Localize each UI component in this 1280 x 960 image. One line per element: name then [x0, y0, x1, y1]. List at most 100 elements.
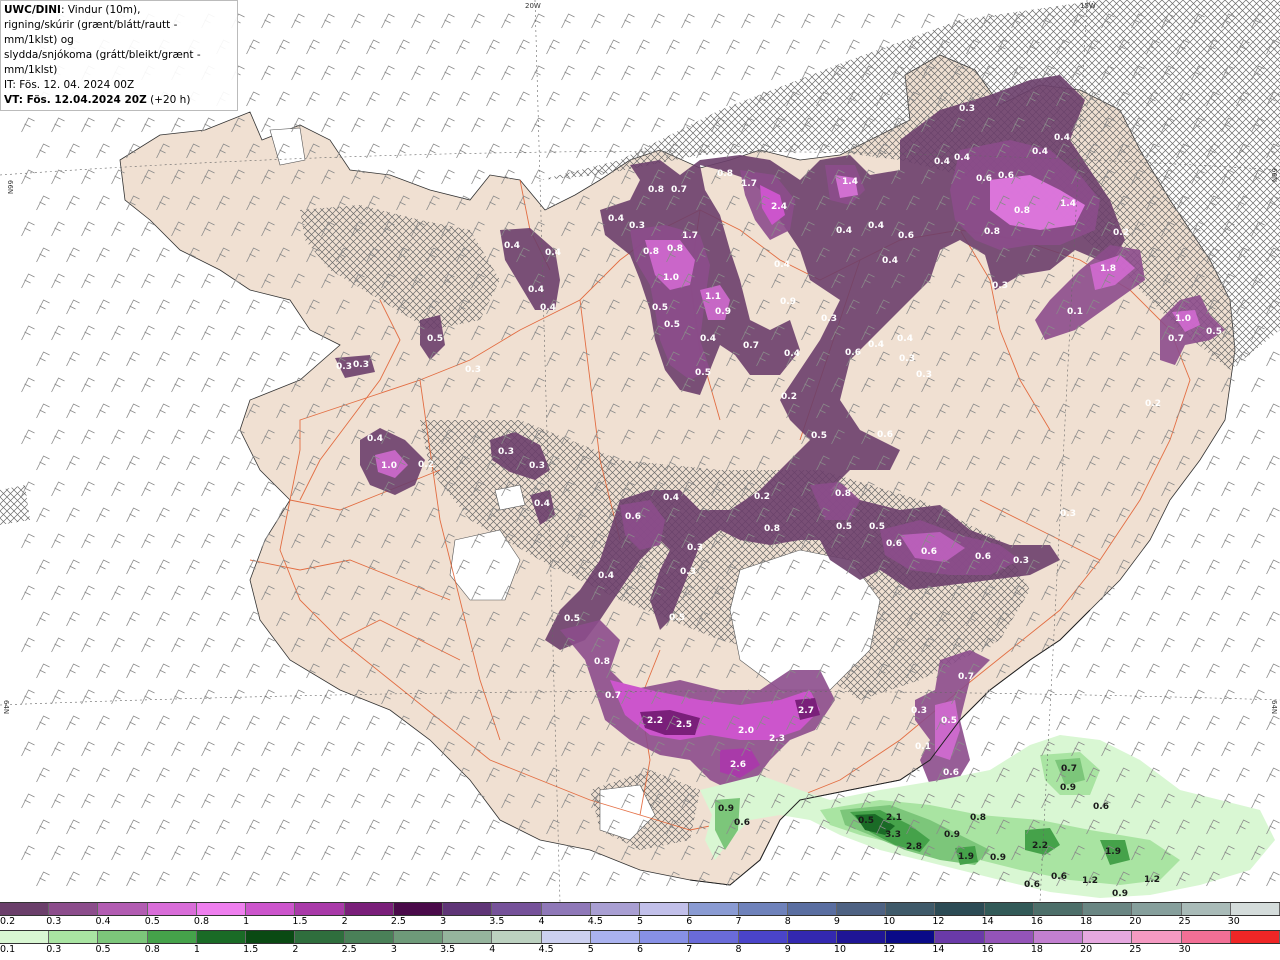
snow-value-label: 0.8: [835, 489, 851, 499]
rain-legend-swatch: [0, 931, 50, 943]
snow-value-label: 0.3: [529, 461, 545, 471]
snow-legend-label: 3.5: [489, 916, 505, 927]
snow-legend-swatch: [640, 903, 690, 915]
rain-legend-label: 25: [1129, 944, 1142, 955]
snow-value-label: 2.4: [771, 202, 787, 212]
snow-value-label: 1.7: [682, 231, 698, 241]
snow-value-label: 0.8: [764, 524, 780, 534]
snow-value-label: 0.2: [418, 460, 434, 470]
info-line-1: UWC/DINI: Vindur (10m),: [4, 3, 234, 18]
rain-legend-swatch: [738, 931, 788, 943]
snow-value-label: 0.4: [663, 493, 679, 503]
init-time: IT: Fös. 12. 04. 2024 00Z: [4, 79, 135, 91]
snow-value-label: 0.7: [1168, 334, 1184, 344]
snow-legend-label: 30: [1227, 916, 1240, 927]
rain-legend-swatch: [1181, 931, 1231, 943]
snow-legend-swatch: [984, 903, 1034, 915]
snow-value-label: 0.3: [498, 447, 514, 457]
rain-legend-swatch: [196, 931, 247, 943]
snow-value-label: 0.4: [836, 226, 852, 236]
rain-legend-swatch: [1033, 931, 1084, 943]
rain-legend-label: 20: [1080, 944, 1093, 955]
snow-value-label: 0.4: [504, 241, 520, 251]
snow-value-label: 0.2: [1145, 399, 1161, 409]
snow-value-label: 0.4: [540, 303, 556, 313]
snow-legend-swatch: [246, 903, 296, 915]
snow-value-label: 0.5: [564, 614, 580, 624]
snow-legend: 0.2 0.3 0.4 0.5 0.8 1 1.5 2 2.5 3 3.5 4 4.5 5 6 7 8 9 10 12…: [0, 902, 1280, 930]
rain-legend-swatch: [492, 931, 542, 943]
snow-value-label: 0.6: [998, 171, 1014, 181]
rain-value-label: 0.6: [1024, 880, 1040, 890]
snow-value-label: 0.7: [743, 341, 759, 351]
snow-legend-label: 6: [686, 916, 693, 927]
snow-value-label: 0.4: [528, 285, 544, 295]
snow-legend-label: 2.5: [390, 916, 406, 927]
snow-value-label: 0.5: [869, 522, 885, 532]
snow-legend-swatch: [738, 903, 788, 915]
snow-value-label: 0.4: [784, 349, 800, 359]
snow-legend-bar: [0, 902, 1280, 916]
rain-value-label: 0.6: [734, 818, 750, 828]
snow-value-label: 0.4: [934, 157, 950, 167]
weather-map[interactable]: 20W 15W 66N 66N 64N 64N 0.3 0.4 0.4 0.4 0.4 0…: [0, 0, 1280, 902]
snow-legend-swatch: [689, 903, 739, 915]
snow-legend-swatch: [295, 903, 345, 915]
rain-legend-swatch: [640, 931, 690, 943]
snow-value-label: 0.8: [717, 169, 733, 179]
snow-legend-swatch: [1083, 903, 1133, 915]
rain-legend-label: 3: [390, 944, 397, 955]
rain-legend-label: 8: [735, 944, 742, 955]
model-name: UWC/DINI: [4, 4, 61, 16]
rain-legend-swatch: [935, 931, 985, 943]
snow-value-label: 0.6: [877, 430, 893, 440]
snow-value-label: 0.5: [1206, 327, 1222, 337]
rain-legend-label: 0.1: [0, 944, 16, 955]
snow-legend-label: 1: [243, 916, 250, 927]
snow-legend-label: 7: [735, 916, 742, 927]
rain-legend-swatch: [787, 931, 837, 943]
snow-value-label: 0.4: [598, 571, 614, 581]
rain-value-label: 0.8: [970, 813, 986, 823]
snow-legend-label: 8: [784, 916, 791, 927]
snow-value-label: 2.3: [769, 734, 785, 744]
snow-value-label: 0.3: [465, 365, 481, 375]
rain-value-label: 0.5: [858, 816, 874, 826]
snow-value-label: 0.5: [941, 716, 957, 726]
rain-legend-swatch: [1132, 931, 1182, 943]
snow-value-label: 1.0: [1175, 314, 1191, 324]
snow-value-label: 0.8: [1014, 206, 1030, 216]
rain-legend-swatch: [344, 931, 394, 943]
rain-value-label: 0.6: [1051, 872, 1067, 882]
snow-value-label: 1.7: [741, 179, 757, 189]
snow-value-label: 0.3: [911, 706, 927, 716]
snow-value-label: 0.3: [680, 567, 696, 577]
rain-legend-swatch: [295, 931, 345, 943]
snow-value-label: 0.4: [1054, 133, 1070, 143]
snow-value-label: 0.7: [958, 672, 974, 682]
rain-legend-swatch: [590, 931, 641, 943]
snow-legend-label: 1.5: [292, 916, 308, 927]
snow-legend-label: 9: [833, 916, 840, 927]
snow-legend-label: 3: [440, 916, 447, 927]
rain-value-label: 0.9: [718, 804, 734, 814]
rain-value-label: 2.2: [1032, 841, 1048, 851]
rain-value-label: 3.3: [885, 830, 901, 840]
snow-value-label: 0.8: [984, 227, 1000, 237]
snow-value-label: 2.7: [798, 706, 814, 716]
snow-legend-swatch: [1181, 903, 1231, 915]
snow-value-label: 0.2: [1113, 228, 1129, 238]
snow-value-label: 0.3: [916, 370, 932, 380]
snow-value-label: 1.0: [381, 461, 397, 471]
rain-legend-label: 4: [489, 944, 496, 955]
rain-legend-label: 2.5: [341, 944, 357, 955]
hatched-area-west: [0, 485, 30, 525]
lat-label-left-top: 66N: [6, 180, 14, 194]
rain-value-label: 0.6: [1093, 802, 1109, 812]
snow-value-label: 0.3: [629, 221, 645, 231]
snow-value-label: 0.8: [594, 657, 610, 667]
info-line-2: rigning/skúrir (grænt/blátt/rautt - mm/1…: [4, 19, 178, 46]
snow-value-label: 0.2: [754, 492, 770, 502]
info-variable: : Vindur (10m),: [60, 4, 141, 16]
rain-legend-label: 0.8: [144, 944, 160, 955]
